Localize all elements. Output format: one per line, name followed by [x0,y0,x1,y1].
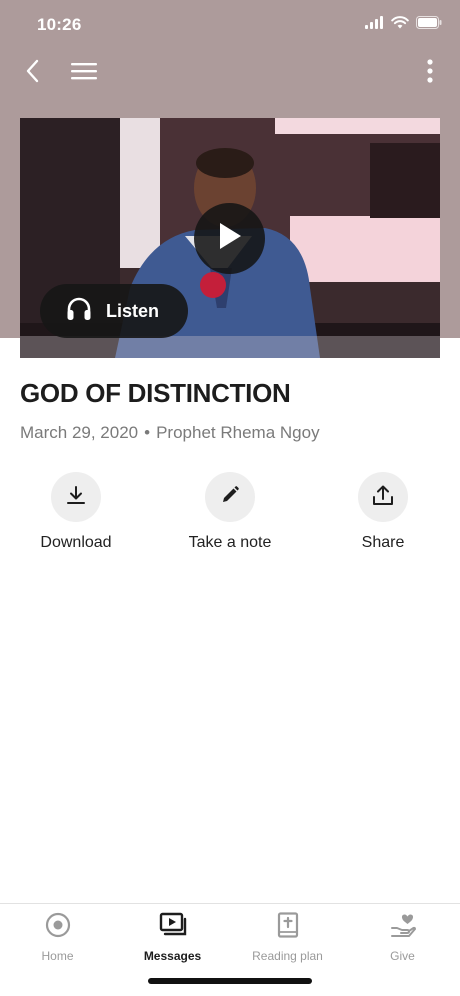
download-button[interactable]: Download [6,472,146,552]
home-indicator [148,978,312,984]
battery-icon [416,16,442,34]
tab-messages-label: Messages [143,949,202,963]
more-options-button[interactable] [422,56,438,90]
tab-messages[interactable]: Messages [115,912,230,963]
more-vertical-icon [427,58,433,88]
message-meta: March 29, 2020 • Prophet Rhema Ngoy [20,423,320,443]
message-title: GOD OF DISTINCTION [20,378,291,408]
status-icons [365,16,442,34]
tab-home-label: Home [41,949,74,963]
tab-give[interactable]: Give [345,912,460,963]
video-library-icon [159,912,187,943]
bible-icon [276,912,300,943]
play-button[interactable] [194,203,265,274]
take-note-button[interactable]: Take a note [160,472,300,552]
pencil-icon [220,485,240,510]
message-speaker[interactable]: Prophet Rhema Ngoy [156,423,319,443]
tab-give-label: Give [390,949,415,963]
message-actions: Download Take a note Share [0,472,460,562]
meta-separator: • [144,423,151,442]
take-note-label: Take a note [188,534,272,551]
status-bar: 10:26 [0,0,460,50]
signal-icon [365,16,384,34]
share-icon [372,484,394,511]
download-icon [66,485,86,510]
navigation-bar [0,50,460,96]
tab-reading-plan[interactable]: Reading plan [230,912,345,963]
headphones-icon [66,297,92,326]
back-button[interactable] [18,56,48,90]
video-player[interactable]: Listen [20,118,440,358]
message-date: March 29, 2020 [20,423,139,442]
listen-label: Listen [106,300,160,321]
give-heart-hand-icon [390,912,416,943]
share-button[interactable]: Share [313,472,453,552]
share-circle [358,472,408,522]
download-circle [51,472,101,522]
back-chevron-icon [25,59,41,88]
hamburger-menu-icon [71,62,97,85]
home-target-icon [45,912,71,943]
listen-button[interactable]: Listen [40,284,188,338]
menu-button[interactable] [68,56,100,90]
play-icon [217,221,243,256]
share-label: Share [361,534,405,551]
take-note-circle [205,472,255,522]
status-time: 10:26 [37,15,82,34]
wifi-icon [391,16,409,34]
tab-reading-plan-label: Reading plan [252,949,323,963]
tab-home[interactable]: Home [0,912,115,963]
download-label: Download [40,534,112,551]
